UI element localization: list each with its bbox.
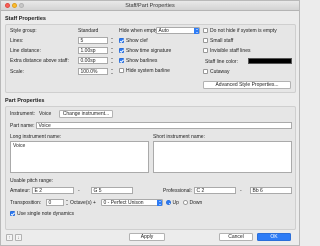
lines-label: Lines: — [10, 38, 24, 44]
cutaway-label: Cutaway — [210, 69, 230, 75]
style-group-label: Style group: — [10, 28, 37, 34]
professional-low-input[interactable]: C 2 — [194, 187, 236, 194]
show-barlines-label: Show barlines — [126, 58, 158, 64]
style-group-value: Standard — [78, 28, 99, 34]
professional-range-dash: - — [240, 188, 242, 194]
single-note-dynamics-label: Use single note dynamics — [17, 211, 74, 217]
transpose-up-radio[interactable]: Up — [166, 200, 179, 206]
scale-input[interactable]: 100.0% — [78, 68, 108, 75]
instrument-value: Voice — [39, 111, 52, 117]
long-name-text: Voice — [13, 143, 26, 149]
show-time-signature-label: Show time signature — [126, 48, 172, 54]
professional-label: Professional: — [163, 188, 192, 194]
amateur-range-dash: - — [78, 188, 80, 194]
staff-part-properties-window: Staff/Part Properties Staff Properties S… — [0, 0, 300, 246]
staff-properties-heading: Staff Properties — [5, 16, 46, 22]
cutaway-checkbox[interactable]: Cutaway — [203, 69, 229, 75]
amateur-low-input[interactable]: E 2 — [32, 187, 74, 194]
down-label: Down — [189, 200, 203, 206]
staff-properties-panel: Style group: Standard Lines: 5 Line dist… — [5, 24, 296, 93]
ok-button[interactable]: OK — [257, 233, 291, 241]
lines-input[interactable]: 5 — [78, 37, 108, 44]
scale-stepper[interactable] — [110, 68, 113, 75]
advanced-style-properties-button[interactable]: Advanced Style Properties... — [203, 81, 291, 89]
interval-select[interactable]: 0 - Perfect Unison — [101, 199, 163, 206]
checkbox-unchecked-icon — [203, 38, 208, 43]
part-name-input[interactable]: Voice — [36, 122, 292, 129]
change-instrument-button[interactable]: Change instrument... — [59, 110, 113, 118]
professional-high-input[interactable]: Bb 6 — [250, 187, 292, 194]
chevron-updown-icon — [194, 28, 199, 34]
show-time-signature-checkbox[interactable]: Show time signature — [119, 48, 171, 54]
short-name-textarea[interactable] — [153, 141, 292, 173]
staff-line-color-swatch[interactable] — [248, 58, 292, 64]
checkbox-checked-icon — [119, 48, 124, 53]
checkbox-unchecked-icon — [203, 28, 208, 33]
chevron-updown-icon — [157, 200, 162, 206]
arrow-down-icon: ↓ — [17, 235, 20, 241]
long-name-label: Long instrument name: — [10, 134, 62, 140]
amateur-label: Amateur: — [10, 188, 31, 194]
line-distance-label: Line distance: — [10, 48, 41, 54]
staff-line-color-label: Staff line color: — [205, 59, 238, 65]
transpose-down-radio[interactable]: Down — [183, 200, 202, 206]
title-bar: Staff/Part Properties — [1, 1, 299, 11]
instrument-label: Instrument: — [10, 111, 36, 117]
window-title: Staff/Part Properties — [125, 3, 175, 9]
checkbox-checked-icon — [119, 38, 124, 43]
apply-button[interactable]: Apply — [129, 233, 165, 241]
part-name-label: Part name: — [10, 123, 35, 129]
previous-staff-button[interactable]: ↑ — [6, 234, 13, 241]
pitch-range-label: Usable pitch range: — [10, 178, 54, 184]
checkbox-unchecked-icon — [203, 69, 208, 74]
part-properties-panel: Instrument: Voice Change instrument... P… — [5, 106, 296, 230]
transposition-label: Transposition: — [10, 200, 42, 206]
cancel-button[interactable]: Cancel — [219, 233, 253, 241]
transposition-input[interactable]: 0 — [46, 199, 64, 206]
checkbox-unchecked-icon — [119, 68, 124, 73]
invisible-staff-lines-label: Invisible staff lines — [210, 48, 251, 54]
hide-system-barline-label: Hide system barline — [126, 68, 170, 74]
do-not-hide-label: Do not hide if system is empty — [210, 28, 277, 34]
octaves-label: Octave(s) + — [70, 200, 96, 206]
small-staff-checkbox[interactable]: Small staff — [203, 38, 233, 44]
line-distance-input[interactable]: 1.00sp — [78, 47, 108, 54]
invisible-staff-lines-checkbox[interactable]: Invisible staff lines — [203, 48, 250, 54]
checkbox-unchecked-icon — [203, 48, 208, 53]
part-properties-heading: Part Properties — [5, 98, 45, 104]
hide-system-barline-checkbox[interactable]: Hide system barline — [119, 68, 170, 74]
show-barlines-checkbox[interactable]: Show barlines — [119, 58, 157, 64]
hide-when-empty-label: Hide when empty: — [119, 28, 160, 34]
radio-selected-icon — [166, 200, 171, 205]
checkbox-checked-icon — [10, 211, 15, 216]
amateur-high-input[interactable]: G 5 — [91, 187, 133, 194]
up-label: Up — [172, 200, 179, 206]
hide-when-empty-value: Auto — [158, 28, 169, 34]
extra-distance-label: Extra distance above staff: — [10, 58, 69, 64]
small-staff-label: Small staff — [210, 38, 234, 44]
next-staff-button[interactable]: ↓ — [15, 234, 22, 241]
radio-unselected-icon — [183, 200, 188, 205]
line-distance-stepper[interactable] — [110, 47, 113, 54]
hide-when-empty-select[interactable]: Auto — [156, 27, 200, 34]
single-note-dynamics-checkbox[interactable]: Use single note dynamics — [10, 211, 74, 217]
scale-label: Scale: — [10, 69, 24, 75]
short-name-label: Short instrument name: — [153, 134, 205, 140]
extra-distance-input[interactable]: 0.00sp — [78, 57, 108, 64]
do-not-hide-checkbox[interactable]: Do not hide if system is empty — [203, 28, 277, 34]
interval-value: 0 - Perfect Unison — [103, 200, 144, 206]
checkbox-checked-icon — [119, 58, 124, 63]
show-clef-checkbox[interactable]: Show clef — [119, 38, 148, 44]
long-name-textarea[interactable]: Voice — [10, 141, 149, 173]
extra-distance-stepper[interactable] — [110, 57, 113, 64]
lines-stepper[interactable] — [110, 37, 113, 44]
show-clef-label: Show clef — [126, 38, 148, 44]
arrow-up-icon: ↑ — [8, 235, 11, 241]
transposition-stepper[interactable] — [65, 199, 68, 206]
